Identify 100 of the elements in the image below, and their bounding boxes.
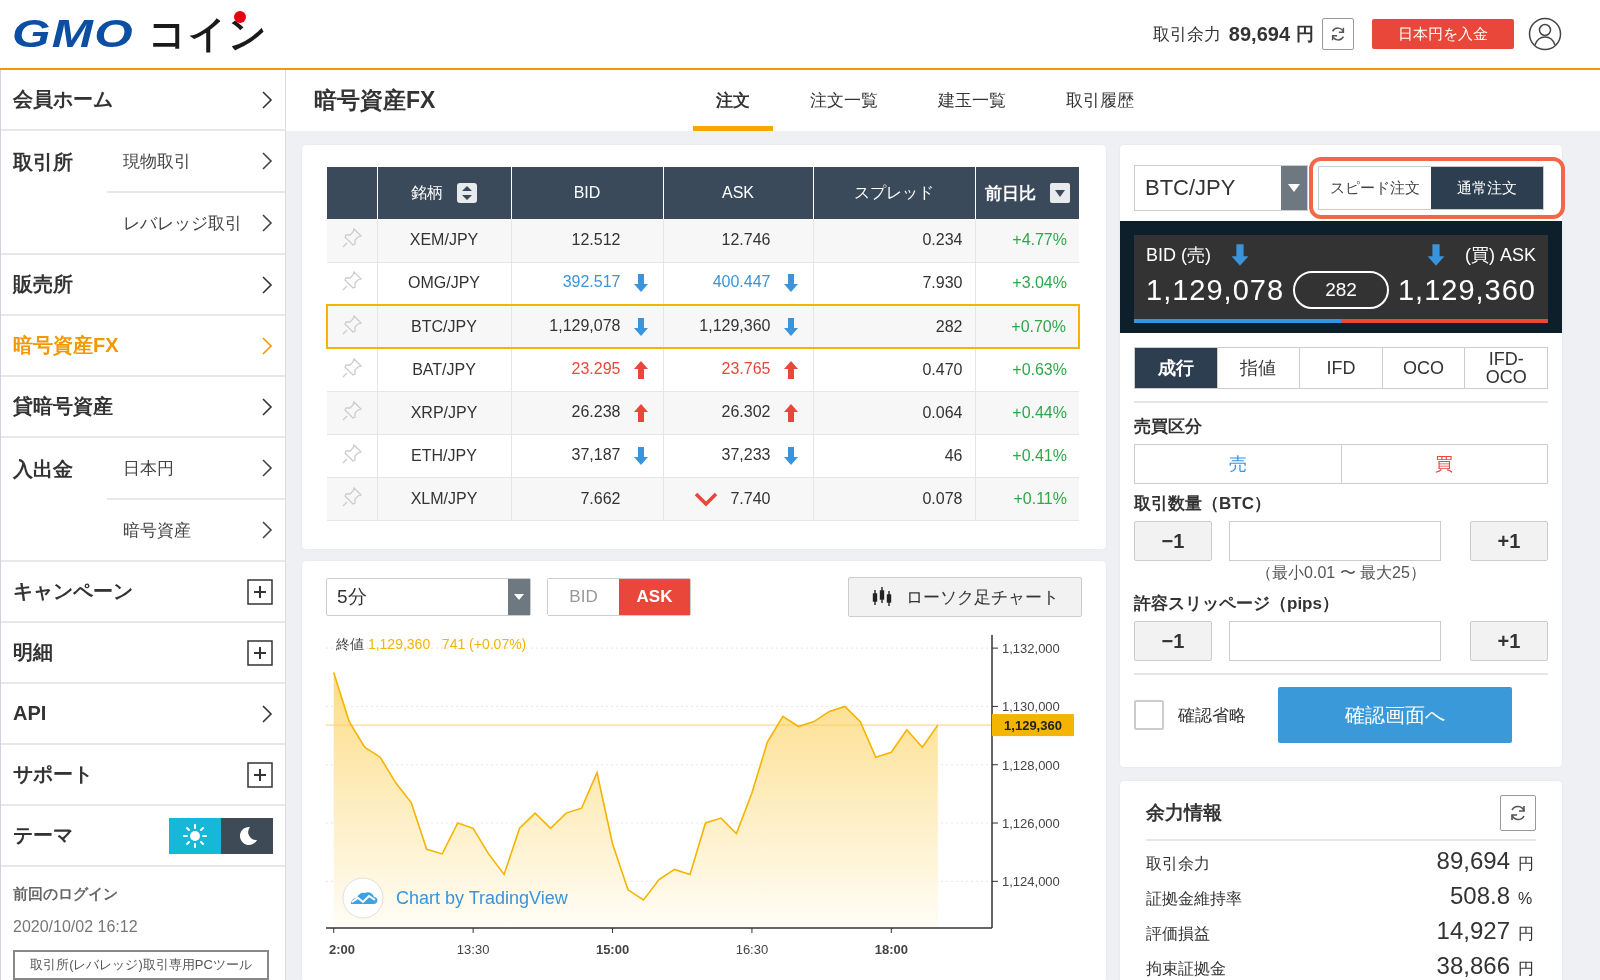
- sidebar-item[interactable]: API: [1, 684, 285, 745]
- pin-icon[interactable]: [340, 227, 363, 250]
- sidebar-item[interactable]: 販売所: [1, 255, 285, 316]
- balance-label: 取引余力: [1152, 23, 1221, 46]
- field-label: 許容スリッページ（pips）: [1134, 593, 1340, 615]
- dark-theme-button[interactable]: [221, 817, 273, 854]
- pin-icon[interactable]: [340, 485, 363, 508]
- y-tick-label: 1,126,000: [1002, 816, 1060, 832]
- chevron-down-icon: [694, 491, 719, 508]
- sidebar-item[interactable]: 現物取引: [107, 131, 285, 191]
- up-arrow-icon: [782, 402, 799, 423]
- table-cell: 37,187: [571, 445, 621, 463]
- chevron-icon: [261, 335, 273, 356]
- sidebar-section-label: 入出金: [12, 457, 74, 482]
- header-cell: 前日比: [975, 167, 1079, 219]
- pin-icon[interactable]: [340, 442, 363, 465]
- info-label: 証拠金維持率: [1146, 889, 1243, 909]
- pin-icon[interactable]: [340, 356, 363, 379]
- sidebar-item[interactable]: 暗号資産: [107, 498, 285, 560]
- table-cell: 0.234: [813, 219, 975, 262]
- header-cell: BID: [511, 167, 663, 219]
- symbol-select[interactable]: BTC/JPY: [1134, 165, 1308, 211]
- table-row[interactable]: BTC/JPY 1,129,078 1,129,360 282 +0.70%: [327, 305, 1079, 348]
- header-cell: ASK: [663, 167, 813, 219]
- balance-value: 89,694: [1228, 22, 1290, 46]
- sidebar-item[interactable]: 日本円: [107, 438, 285, 498]
- sidebar-item[interactable]: サポート: [1, 745, 285, 806]
- table-cell: 282: [813, 305, 975, 348]
- table-cell: 26.238: [571, 402, 621, 420]
- decrement-button[interactable]: −1: [1134, 521, 1212, 561]
- sidebar-item[interactable]: キャンペーン: [1, 562, 285, 623]
- table-cell: XLM/JPY: [377, 477, 511, 520]
- pin-icon[interactable]: [340, 270, 363, 293]
- sidebar-item[interactable]: 会員ホーム: [1, 70, 285, 131]
- dot-icon: [233, 10, 246, 23]
- chevron-icon: [261, 151, 273, 171]
- chevron-icon: [261, 274, 273, 295]
- table-row[interactable]: XLM/JPY 7.662 7.740 0.078 +0.11%: [327, 477, 1079, 520]
- y-tick-label: 1,124,000: [1002, 874, 1060, 890]
- info-unit: 円: [1518, 959, 1535, 979]
- tab[interactable]: 建玉一覧: [915, 70, 1029, 131]
- checkbox[interactable]: [1134, 700, 1164, 730]
- increment-button[interactable]: +1: [1470, 621, 1548, 661]
- interval-select[interactable]: 5分: [326, 578, 531, 616]
- quantity-hint: （最小0.01 〜 最大25）: [1255, 563, 1427, 583]
- table-cell: 0.064: [813, 391, 975, 434]
- order-mode-button[interactable]: 通常注文: [1431, 167, 1543, 209]
- price-tag: 1,129,360: [992, 714, 1074, 737]
- table-cell: +0.63%: [975, 348, 1079, 391]
- dropdown-icon[interactable]: [1049, 183, 1070, 203]
- pin-icon[interactable]: [341, 313, 364, 336]
- x-tick-label: 2:00: [329, 942, 355, 957]
- quantity-field[interactable]: [1229, 521, 1441, 561]
- refresh-button[interactable]: [1500, 795, 1536, 831]
- table-row[interactable]: BAT/JPY 23.295 23.765 0.470 +0.63%: [327, 348, 1079, 391]
- x-tick-label: 13:30: [456, 942, 490, 957]
- sidebar-item[interactable]: 貸暗号資産: [1, 377, 285, 438]
- table-cell: 37,233: [721, 445, 771, 463]
- tab[interactable]: 取引履歴: [1043, 70, 1157, 131]
- table-cell: 392.517: [562, 273, 621, 291]
- last-login-time: 2020/10/02 16:12: [13, 918, 139, 936]
- refresh-button[interactable]: [1322, 18, 1354, 50]
- slippage-field[interactable]: [1229, 621, 1441, 661]
- tab[interactable]: 注文一覧: [787, 70, 901, 131]
- info-value: 508.8: [1449, 882, 1510, 910]
- table-cell: 0.470: [813, 348, 975, 391]
- table-cell: 1,129,078: [549, 316, 621, 334]
- chevron-icon: [261, 89, 273, 110]
- plus-icon: [247, 578, 273, 605]
- table-cell: 400.447: [712, 273, 771, 291]
- bid-price[interactable]: 1,129,078: [1146, 273, 1284, 307]
- sidebar-item[interactable]: レバレッジ取引: [107, 191, 285, 253]
- bid-label: BID (売): [1146, 244, 1211, 267]
- table-cell: +0.41%: [975, 434, 1079, 477]
- table-row[interactable]: ETH/JPY 37,187 37,233 46 +0.41%: [327, 434, 1079, 477]
- table-row[interactable]: XEM/JPY 12.512 12.746 0.234 +4.77%: [327, 219, 1079, 262]
- table-cell: +0.11%: [975, 477, 1079, 520]
- user-icon[interactable]: [1528, 17, 1562, 51]
- ask-price[interactable]: 1,129,360: [1397, 273, 1536, 307]
- up-arrow-icon: [632, 359, 649, 380]
- info-unit: 円: [1518, 854, 1535, 874]
- header-cell: スプレッド: [813, 167, 975, 219]
- sort-icon[interactable]: [457, 183, 477, 203]
- increment-button[interactable]: +1: [1470, 521, 1548, 561]
- logo-text: GMO: [12, 12, 134, 56]
- tab[interactable]: 注文: [693, 70, 773, 131]
- pin-icon[interactable]: [340, 399, 363, 422]
- theme-label: テーマ: [13, 823, 74, 848]
- sidebar-item[interactable]: 明細: [1, 623, 285, 684]
- candlestick-icon: [871, 586, 892, 608]
- info-value: 14,927: [1436, 917, 1510, 945]
- deposit-button[interactable]: 日本円を入金: [1372, 19, 1514, 49]
- chart-legend: 終値 1,129,360 741 (+0.07%): [336, 636, 527, 652]
- pc-tool-button[interactable]: 取引所(レバレッジ)取引専用PCツール: [13, 950, 269, 980]
- table-row[interactable]: XRP/JPY 26.238 26.302 0.064 +0.44%: [327, 391, 1079, 434]
- chart-style-button[interactable]: ローソク足チャート: [848, 577, 1082, 617]
- price-side-button[interactable]: ASK: [619, 579, 690, 615]
- decrement-button[interactable]: −1: [1134, 621, 1212, 661]
- x-tick-label: 16:30: [735, 942, 769, 957]
- order-type-tab[interactable]: 成行: [1135, 348, 1217, 388]
